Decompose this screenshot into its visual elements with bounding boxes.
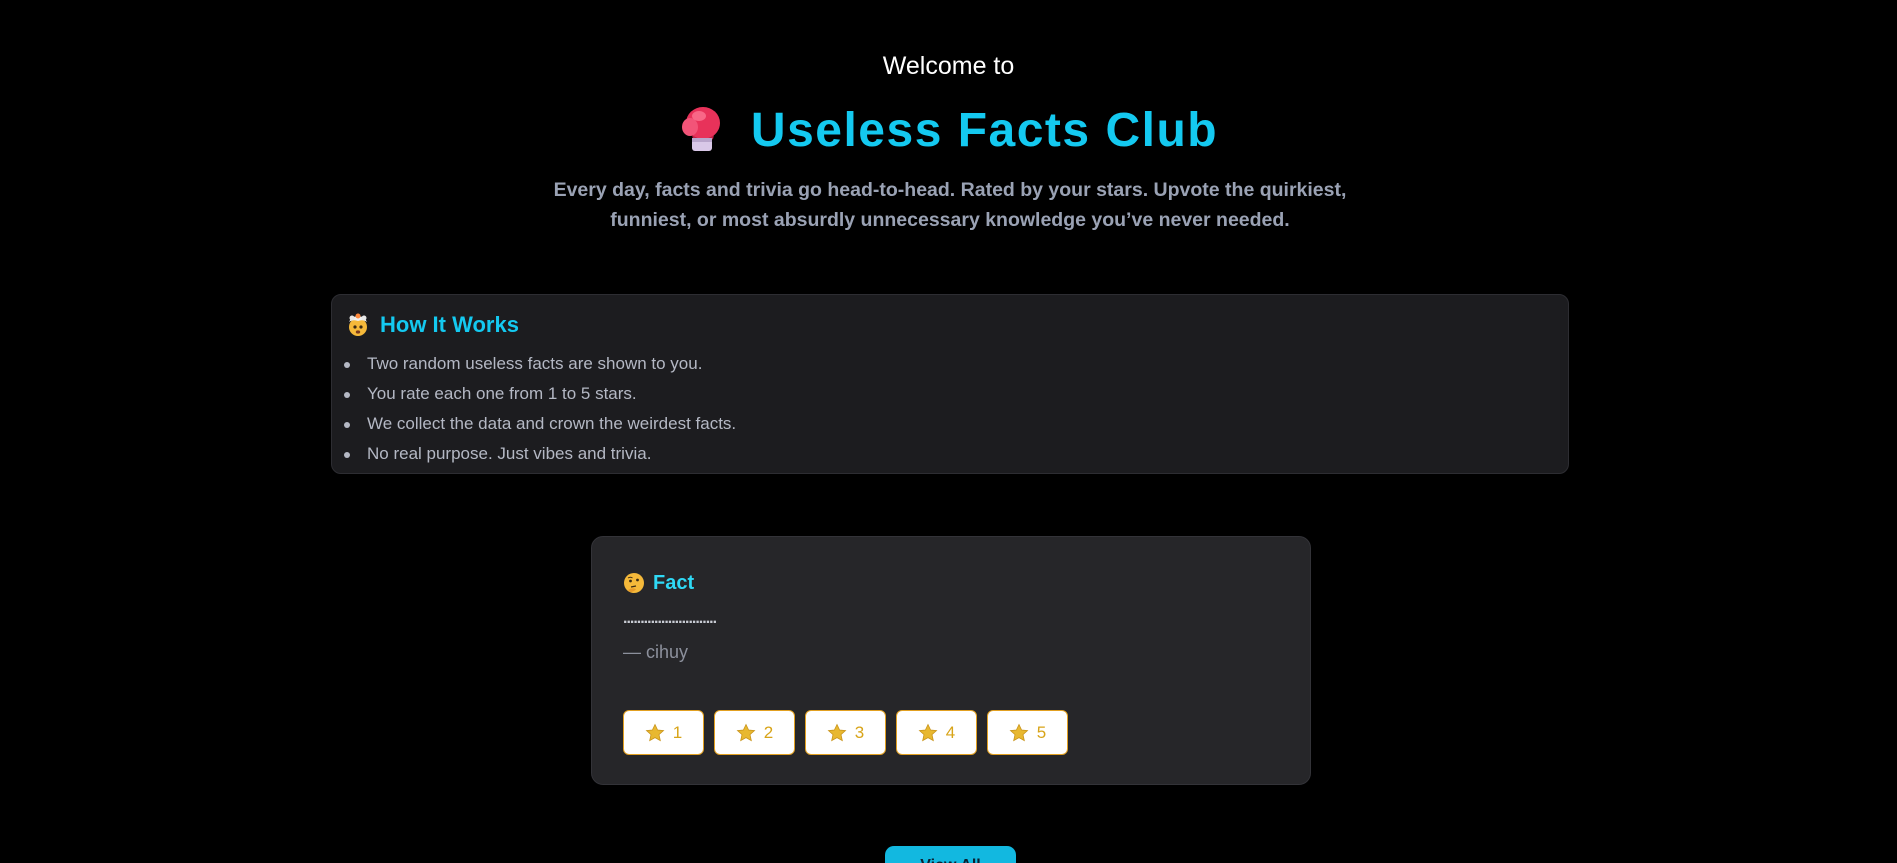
rate-label: 2 [763, 722, 774, 742]
list-item-text: No real purpose. Just vibes and trivia. [367, 444, 652, 463]
fact-card: Fact ........................... — cihuy… [591, 536, 1311, 785]
star-icon [918, 723, 938, 741]
fact-author: — cihuy [623, 642, 689, 662]
rate-5-button[interactable]: 5 [987, 710, 1068, 755]
rate-4-button[interactable]: 4 [896, 710, 977, 755]
rate-label: 5 [1036, 722, 1047, 742]
star-icon [736, 723, 756, 741]
fact-heading: Fact [623, 569, 694, 597]
fact-text: ........................... [623, 610, 717, 627]
page: Welcome to Useless Facts Club Every day,… [0, 0, 1897, 863]
exploding-head-icon [346, 313, 370, 337]
thinking-face-icon [623, 572, 645, 594]
rating-buttons: 1 2 3 4 5 [623, 710, 1078, 755]
list-item: We collect the data and crown the weirde… [344, 409, 737, 439]
boxing-glove-icon [679, 105, 725, 153]
star-icon [645, 723, 665, 741]
bullet-icon [344, 362, 350, 368]
how-it-works-heading: How It Works [346, 310, 519, 340]
list-item-text: Two random useless facts are shown to yo… [367, 354, 703, 373]
site-title-text: Useless Facts Club [750, 104, 1219, 157]
list-item: You rate each one from 1 to 5 stars. [344, 379, 736, 409]
how-it-works-card: How It Works Two random useless facts ar… [331, 294, 1569, 474]
how-it-works-list: Two random useless facts are shown to yo… [332, 349, 736, 469]
bullet-icon [344, 452, 350, 458]
bullet-icon [344, 392, 350, 398]
rate-label: 4 [945, 722, 956, 742]
rate-label: 1 [672, 722, 683, 742]
list-item-text: You rate each one from 1 to 5 stars. [367, 384, 637, 403]
rate-1-button[interactable]: 1 [623, 710, 704, 755]
site-subtitle: Every day, facts and trivia go head-to-h… [553, 179, 1347, 231]
site-title: Useless Facts Club [0, 103, 1897, 159]
bullet-icon [344, 422, 350, 428]
how-it-works-title: How It Works [380, 312, 519, 337]
view-all-button[interactable]: View All [885, 846, 1016, 863]
fact-label: Fact [653, 571, 695, 594]
list-item: No real purpose. Just vibes and trivia. [344, 439, 736, 469]
list-item-text: We collect the data and crown the weirde… [367, 414, 737, 433]
rate-2-button[interactable]: 2 [714, 710, 795, 755]
rate-3-button[interactable]: 3 [805, 710, 886, 755]
rate-label: 3 [854, 722, 865, 742]
star-icon [1009, 723, 1029, 741]
list-item: Two random useless facts are shown to yo… [344, 349, 736, 379]
welcome-text: Welcome to [882, 52, 1015, 80]
star-icon [827, 723, 847, 741]
